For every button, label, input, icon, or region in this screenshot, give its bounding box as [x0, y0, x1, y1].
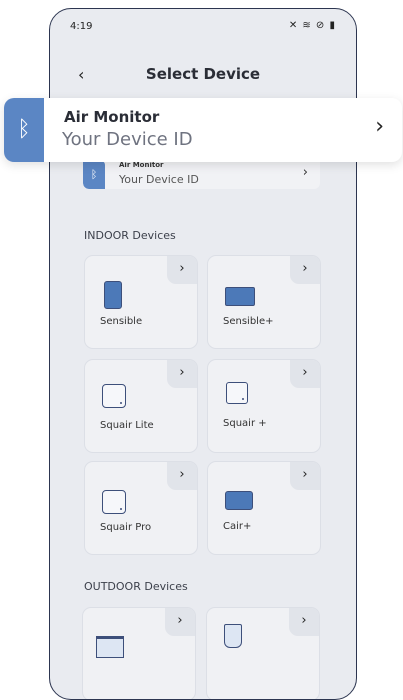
- device-tile-squair-lite[interactable]: › Squair Lite: [84, 359, 198, 453]
- device-name: Air Monitor: [119, 161, 164, 169]
- device-tile-sensible[interactable]: › Sensible: [84, 255, 198, 349]
- device-tile-sensible-plus[interactable]: › Sensible+: [207, 255, 321, 349]
- chevron-right-icon: ›: [167, 360, 197, 388]
- device-tile-outdoor-2[interactable]: ›: [206, 607, 320, 699]
- outdoor-sensor-icon: [224, 624, 242, 648]
- device-name: Air Monitor: [64, 108, 160, 126]
- cair-plus-device-icon: [225, 491, 253, 510]
- chevron-right-icon: ›: [302, 165, 308, 180]
- status-time: 4:19: [70, 21, 93, 32]
- squair-pro-device-icon: [102, 490, 126, 514]
- indoor-section-title: INDOOR Devices: [84, 229, 176, 242]
- status-icons: ✕ ≋ ⊘ ▮: [288, 20, 336, 31]
- status-bar: 4:19 ✕ ≋ ⊘ ▮: [50, 9, 356, 49]
- sensible-device-icon: [104, 281, 122, 309]
- device-tile-outdoor-1[interactable]: ›: [82, 607, 196, 699]
- sensible-plus-device-icon: [225, 287, 255, 306]
- page-title: Select Device: [145, 65, 261, 83]
- outdoor-section-title: OUTDOOR Devices: [84, 580, 188, 593]
- indicator-dot: [120, 508, 122, 510]
- chevron-right-icon: ›: [289, 608, 319, 636]
- device-label: Sensible+: [223, 316, 274, 327]
- device-tile-squair-pro[interactable]: › Squair Pro: [84, 461, 198, 555]
- device-label: Squair Pro: [100, 522, 152, 533]
- squair-plus-device-icon: [226, 382, 248, 404]
- device-id-label: Your Device ID: [119, 173, 199, 186]
- device-tile-squair-plus[interactable]: › Squair +: [207, 359, 321, 453]
- chevron-right-icon: ›: [290, 462, 320, 490]
- outdoor-monitor-icon: [96, 636, 124, 658]
- device-id-label: Your Device ID: [62, 129, 193, 150]
- selected-device-popup[interactable]: ᛒ Air Monitor Your Device ID ›: [4, 98, 402, 162]
- chevron-right-icon: ›: [290, 360, 320, 388]
- device-label: Sensible: [100, 316, 143, 327]
- chevron-right-icon: ›: [167, 256, 197, 284]
- chevron-right-icon: ›: [167, 462, 197, 490]
- bluetooth-icon: ᛒ: [83, 161, 105, 189]
- chevron-right-icon: ›: [290, 256, 320, 284]
- squair-lite-device-icon: [102, 384, 126, 408]
- chevron-right-icon: ›: [165, 608, 195, 636]
- device-label: Squair Lite: [100, 420, 154, 431]
- chevron-right-icon: ›: [375, 114, 384, 139]
- device-label: Squair +: [223, 418, 267, 429]
- bluetooth-icon: ᛒ: [4, 98, 44, 162]
- indicator-dot: [242, 398, 244, 400]
- indicator-dot: [120, 402, 122, 404]
- device-tile-cair-plus[interactable]: › Cair+: [207, 461, 321, 555]
- device-label: Cair+: [223, 521, 252, 532]
